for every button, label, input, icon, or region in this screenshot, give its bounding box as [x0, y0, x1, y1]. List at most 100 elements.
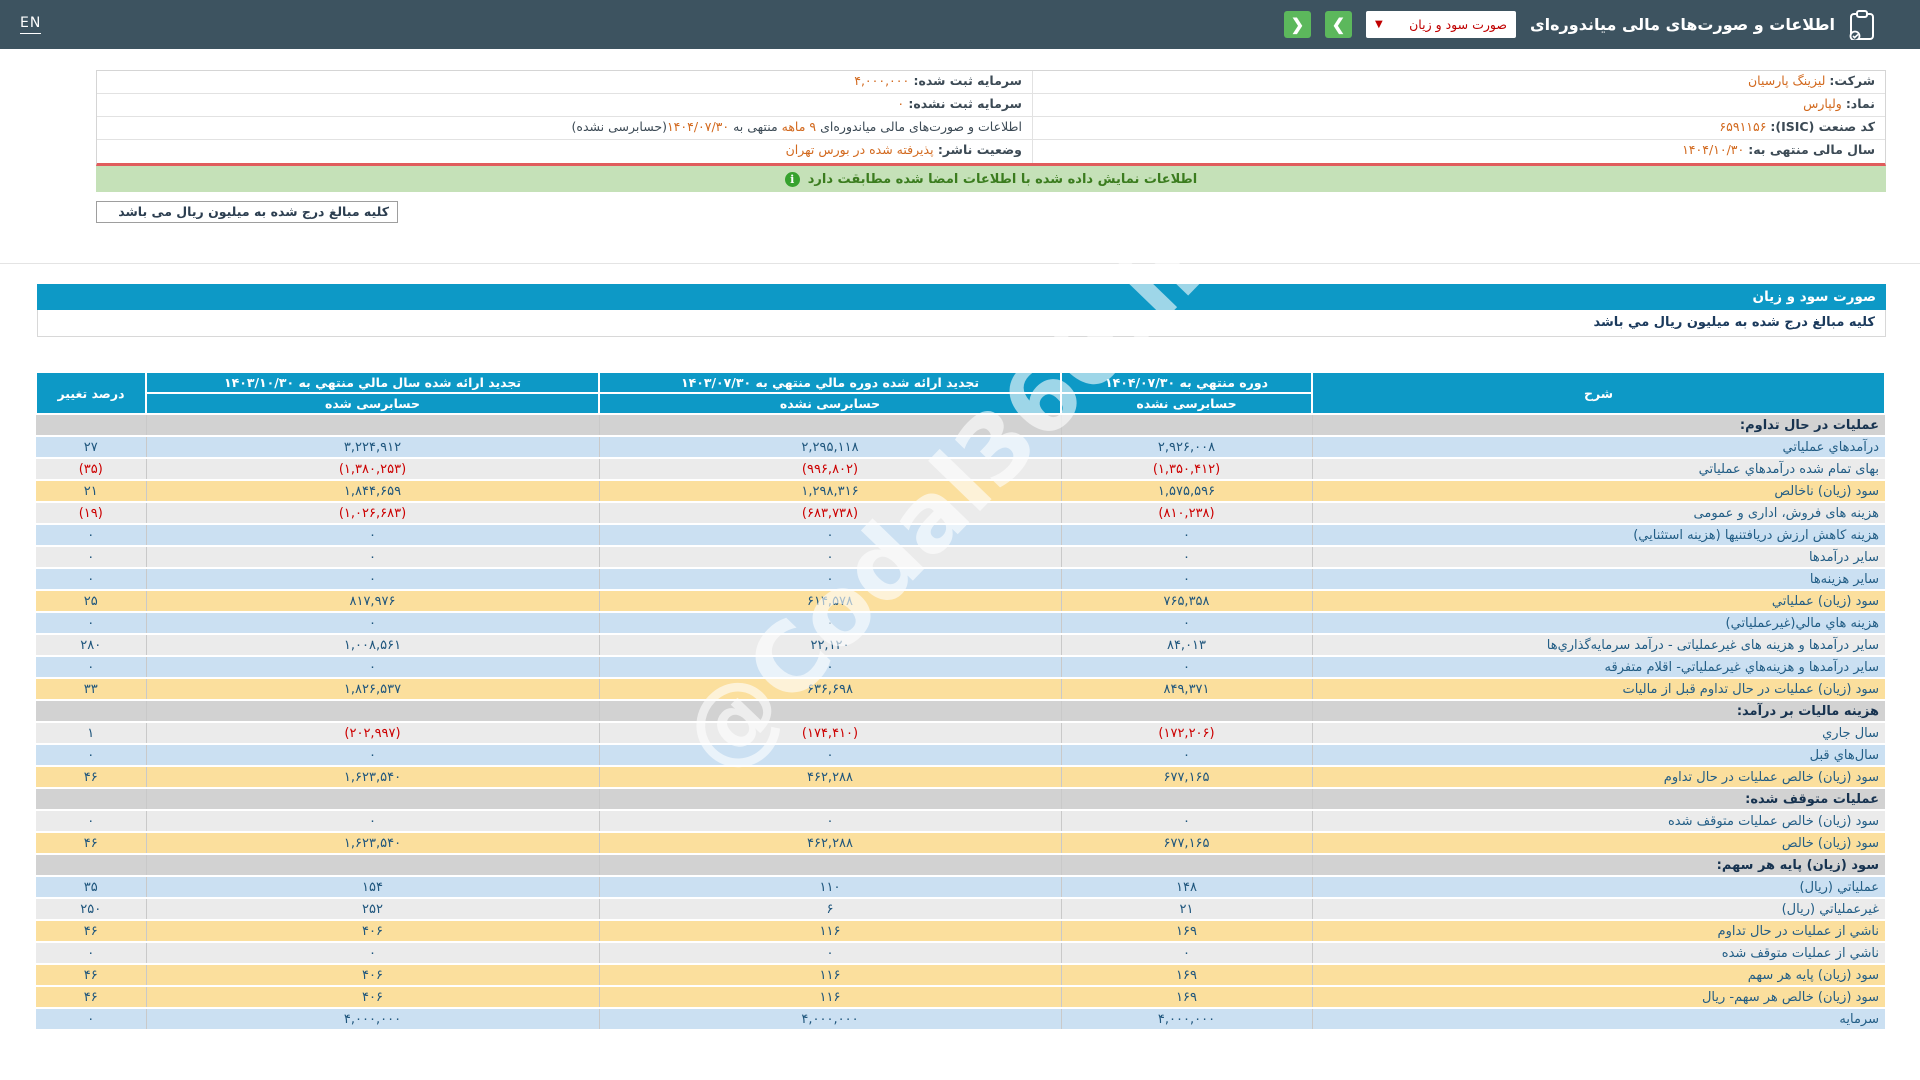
row-value: ۰	[36, 656, 146, 679]
clipboard-icon	[1849, 9, 1874, 40]
row-value: ۲۲,۱۲۰	[598, 634, 1061, 657]
company-field: سرمایه ثبت نشده: ۰	[97, 94, 1032, 116]
field-value: ۹ ماهه	[781, 119, 817, 134]
row-value: ۰	[1060, 810, 1312, 833]
row-value: ۰	[1060, 656, 1312, 679]
row-value: ۰	[1060, 942, 1312, 965]
row-label: سرمایه	[1311, 1008, 1885, 1031]
row-value: ۴,۰۰۰,۰۰۰	[598, 1008, 1061, 1031]
row-value: ۶۷۷,۱۶۵	[1060, 766, 1312, 789]
table-row: سود (زیان) عملیات در حال تداوم قبل از ما…	[36, 678, 1885, 701]
row-value: ۴,۰۰۰,۰۰۰	[145, 1008, 599, 1031]
company-field: اطلاعات و صورت‌های مالی میاندوره‌ای ۹ ما…	[97, 117, 1032, 139]
field-value: ۶۵۹۱۱۵۶	[1719, 119, 1767, 134]
row-label: غیرعملیاتي (ریال)	[1311, 898, 1885, 921]
row-label: بهای تمام شده درآمدهاي عملياتي	[1311, 458, 1885, 481]
chevron-left-icon: ❮	[1290, 16, 1305, 34]
table-row: ناشي از عملیات متوقف شده ۰ ۰ ۰ ۰	[36, 942, 1885, 965]
chevron-down-icon: ▼	[1374, 19, 1383, 30]
report-type-select[interactable]: صورت سود و زیان ▼	[1365, 11, 1516, 38]
table-header: شرح دوره منتهي به ۱۴۰۴/۰۷/۳۰ تجدید ارائه…	[35, 371, 1886, 415]
table-row: سود (زیان) ناخالص ۱,۵۷۵,۵۹۶ ۱,۲۹۸,۳۱۶ ۱,۸۴۴…	[36, 480, 1885, 503]
row-value: ۲۱	[36, 480, 146, 503]
nav-next-button[interactable]: ❯	[1324, 11, 1352, 38]
table-row: ناشي از عملیات در حال تداوم ۱۶۹ ۱۱۶ ۴۰۶ ۴۶	[36, 920, 1885, 943]
company-info-row: کد صنعت (ISIC): ۶۵۹۱۱۵۶ اطلاعات و صورت‌ها…	[97, 117, 1885, 140]
row-value: ۲۵	[36, 590, 146, 613]
table-row: سود (زیان) خالص عملیات در حال تداوم ۶۷۷,۱…	[36, 766, 1885, 789]
table-row: سرمایه ۴,۰۰۰,۰۰۰ ۴,۰۰۰,۰۰۰ ۴,۰۰۰,۰۰۰ ۰	[36, 1008, 1885, 1031]
row-value: ۶۷۷,۱۶۵	[1060, 832, 1312, 855]
field-value: ولپارس	[1803, 96, 1842, 111]
row-value: ۰	[1060, 568, 1312, 591]
table-row: سود (زیان) خالص هر سهم- ریال ۱۶۹ ۱۱۶ ۴۰۶ ۴۶	[36, 986, 1885, 1009]
row-value: ۱۵۴	[145, 876, 599, 899]
language-switch-en[interactable]: EN	[20, 15, 42, 34]
header-col2-audit: حسابرسی نشده	[598, 392, 1062, 415]
row-value: ۰	[598, 810, 1061, 833]
row-value: ۴۰۶	[145, 920, 599, 943]
row-value: ۰	[36, 942, 146, 965]
info-icon: i	[784, 171, 800, 187]
row-label: سایر درآمدها و هزینه‌هاي غیرعملیاتي- اقل…	[1311, 656, 1885, 679]
company-field: سال مالی منتهی به: ۱۴۰۴/۱۰/۳۰	[1031, 140, 1885, 163]
row-value: ۱۴۸	[1060, 876, 1312, 899]
signature-match-text: اطلاعات نمایش داده شده با اطلاعات امضا ش…	[807, 171, 1198, 187]
row-value: ۰	[36, 568, 146, 591]
topbar: اطلاعات و صورت‌های مالی میاندوره‌ای صورت…	[0, 0, 1920, 49]
row-value: ۰	[145, 810, 599, 833]
row-value: ۰	[145, 524, 599, 547]
row-value: ۰	[36, 744, 146, 767]
table-row: هزینه های فروش، اداری و عمومی (۸۱۰,۲۳۸) (۶…	[36, 502, 1885, 525]
row-value: ۰	[145, 612, 599, 635]
field-label: وضعیت ناشر:	[933, 142, 1022, 157]
row-label: سال جاري	[1311, 722, 1885, 745]
row-value: ۲۵۲	[145, 898, 599, 921]
row-value: ۳۳	[36, 678, 146, 701]
row-value: (۱۷۴,۴۱۰)	[598, 722, 1061, 745]
row-value: ۱	[36, 722, 146, 745]
field-label: منتهی به	[729, 119, 782, 134]
section-header-row: عملیات در حال تداوم:	[36, 414, 1885, 437]
row-value: (۶۸۳,۷۳۸)	[598, 502, 1061, 525]
header-col1-audit: حسابرسی نشده	[1060, 392, 1313, 415]
row-value: ۱۶۹	[1060, 964, 1312, 987]
row-label: سود (زیان) خالص	[1311, 832, 1885, 855]
row-value: ۴,۰۰۰,۰۰۰	[1060, 1008, 1312, 1031]
row-label: هزینه های فروش، اداری و عمومی	[1311, 502, 1885, 525]
report-type-selected-value: صورت سود و زیان	[1409, 17, 1507, 32]
row-value: ۲,۹۲۶,۰۰۸	[1060, 436, 1312, 459]
table-row: هزینه هاي مالي(غیرعملیاتي) ۰ ۰ ۰ ۰	[36, 612, 1885, 635]
row-value: ۰	[36, 810, 146, 833]
row-label: سود (زیان) عملیات در حال تداوم قبل از ما…	[1311, 678, 1885, 701]
row-label: سال‌هاي قبل	[1311, 744, 1885, 767]
row-value: ۱۱۶	[598, 920, 1061, 943]
row-value: ۲,۲۹۵,۱۱۸	[598, 436, 1061, 459]
row-value: ۳۵	[36, 876, 146, 899]
field-label: سال مالی منتهی به:	[1748, 142, 1875, 157]
row-value: ۲۷	[36, 436, 146, 459]
field-value: ۱۴۰۴/۱۰/۳۰	[1682, 142, 1745, 157]
table-row: بهای تمام شده درآمدهاي عملياتي (۱,۳۵۰,۴۱۲…	[36, 458, 1885, 481]
row-value: ۶۱۴,۵۷۸	[598, 590, 1061, 613]
row-value: (۲۰۲,۹۹۷)	[145, 722, 599, 745]
table-row: سود (زیان) پایه هر سهم ۱۶۹ ۱۱۶ ۴۰۶ ۴۶	[36, 964, 1885, 987]
field-label: (حسابرسی نشده)	[571, 119, 667, 134]
row-value: ۴۶	[36, 986, 146, 1009]
row-label: سود (زیان) پایه هر سهم	[1311, 964, 1885, 987]
company-field: سرمایه ثبت شده: ۴,۰۰۰,۰۰۰	[97, 71, 1032, 93]
table-row: سایر درآمدها و هزینه های غیرعملیاتی - در…	[36, 634, 1885, 657]
row-value: ۰	[598, 524, 1061, 547]
section-header-row: سود (زیان) پایه هر سهم:	[36, 854, 1885, 877]
nav-prev-button[interactable]: ❮	[1283, 11, 1311, 38]
row-label: سایر هزینه‌ها	[1311, 568, 1885, 591]
header-sharh: شرح	[1311, 371, 1886, 415]
company-field: کد صنعت (ISIC): ۶۵۹۱۱۵۶	[1031, 117, 1885, 139]
table-row: سود (زیان) خالص عملیات متوقف شده ۰ ۰ ۰ ۰	[36, 810, 1885, 833]
row-label: سود (زیان) خالص عملیات در حال تداوم	[1311, 766, 1885, 789]
row-value: ۳,۲۲۴,۹۱۲	[145, 436, 599, 459]
row-label: درآمدهاي عملياتي	[1311, 436, 1885, 459]
row-value: ۰	[1060, 546, 1312, 569]
row-value: ۰	[598, 546, 1061, 569]
table-row: غیرعملیاتي (ریال) ۲۱ ۶ ۲۵۲ ۲۵۰	[36, 898, 1885, 921]
